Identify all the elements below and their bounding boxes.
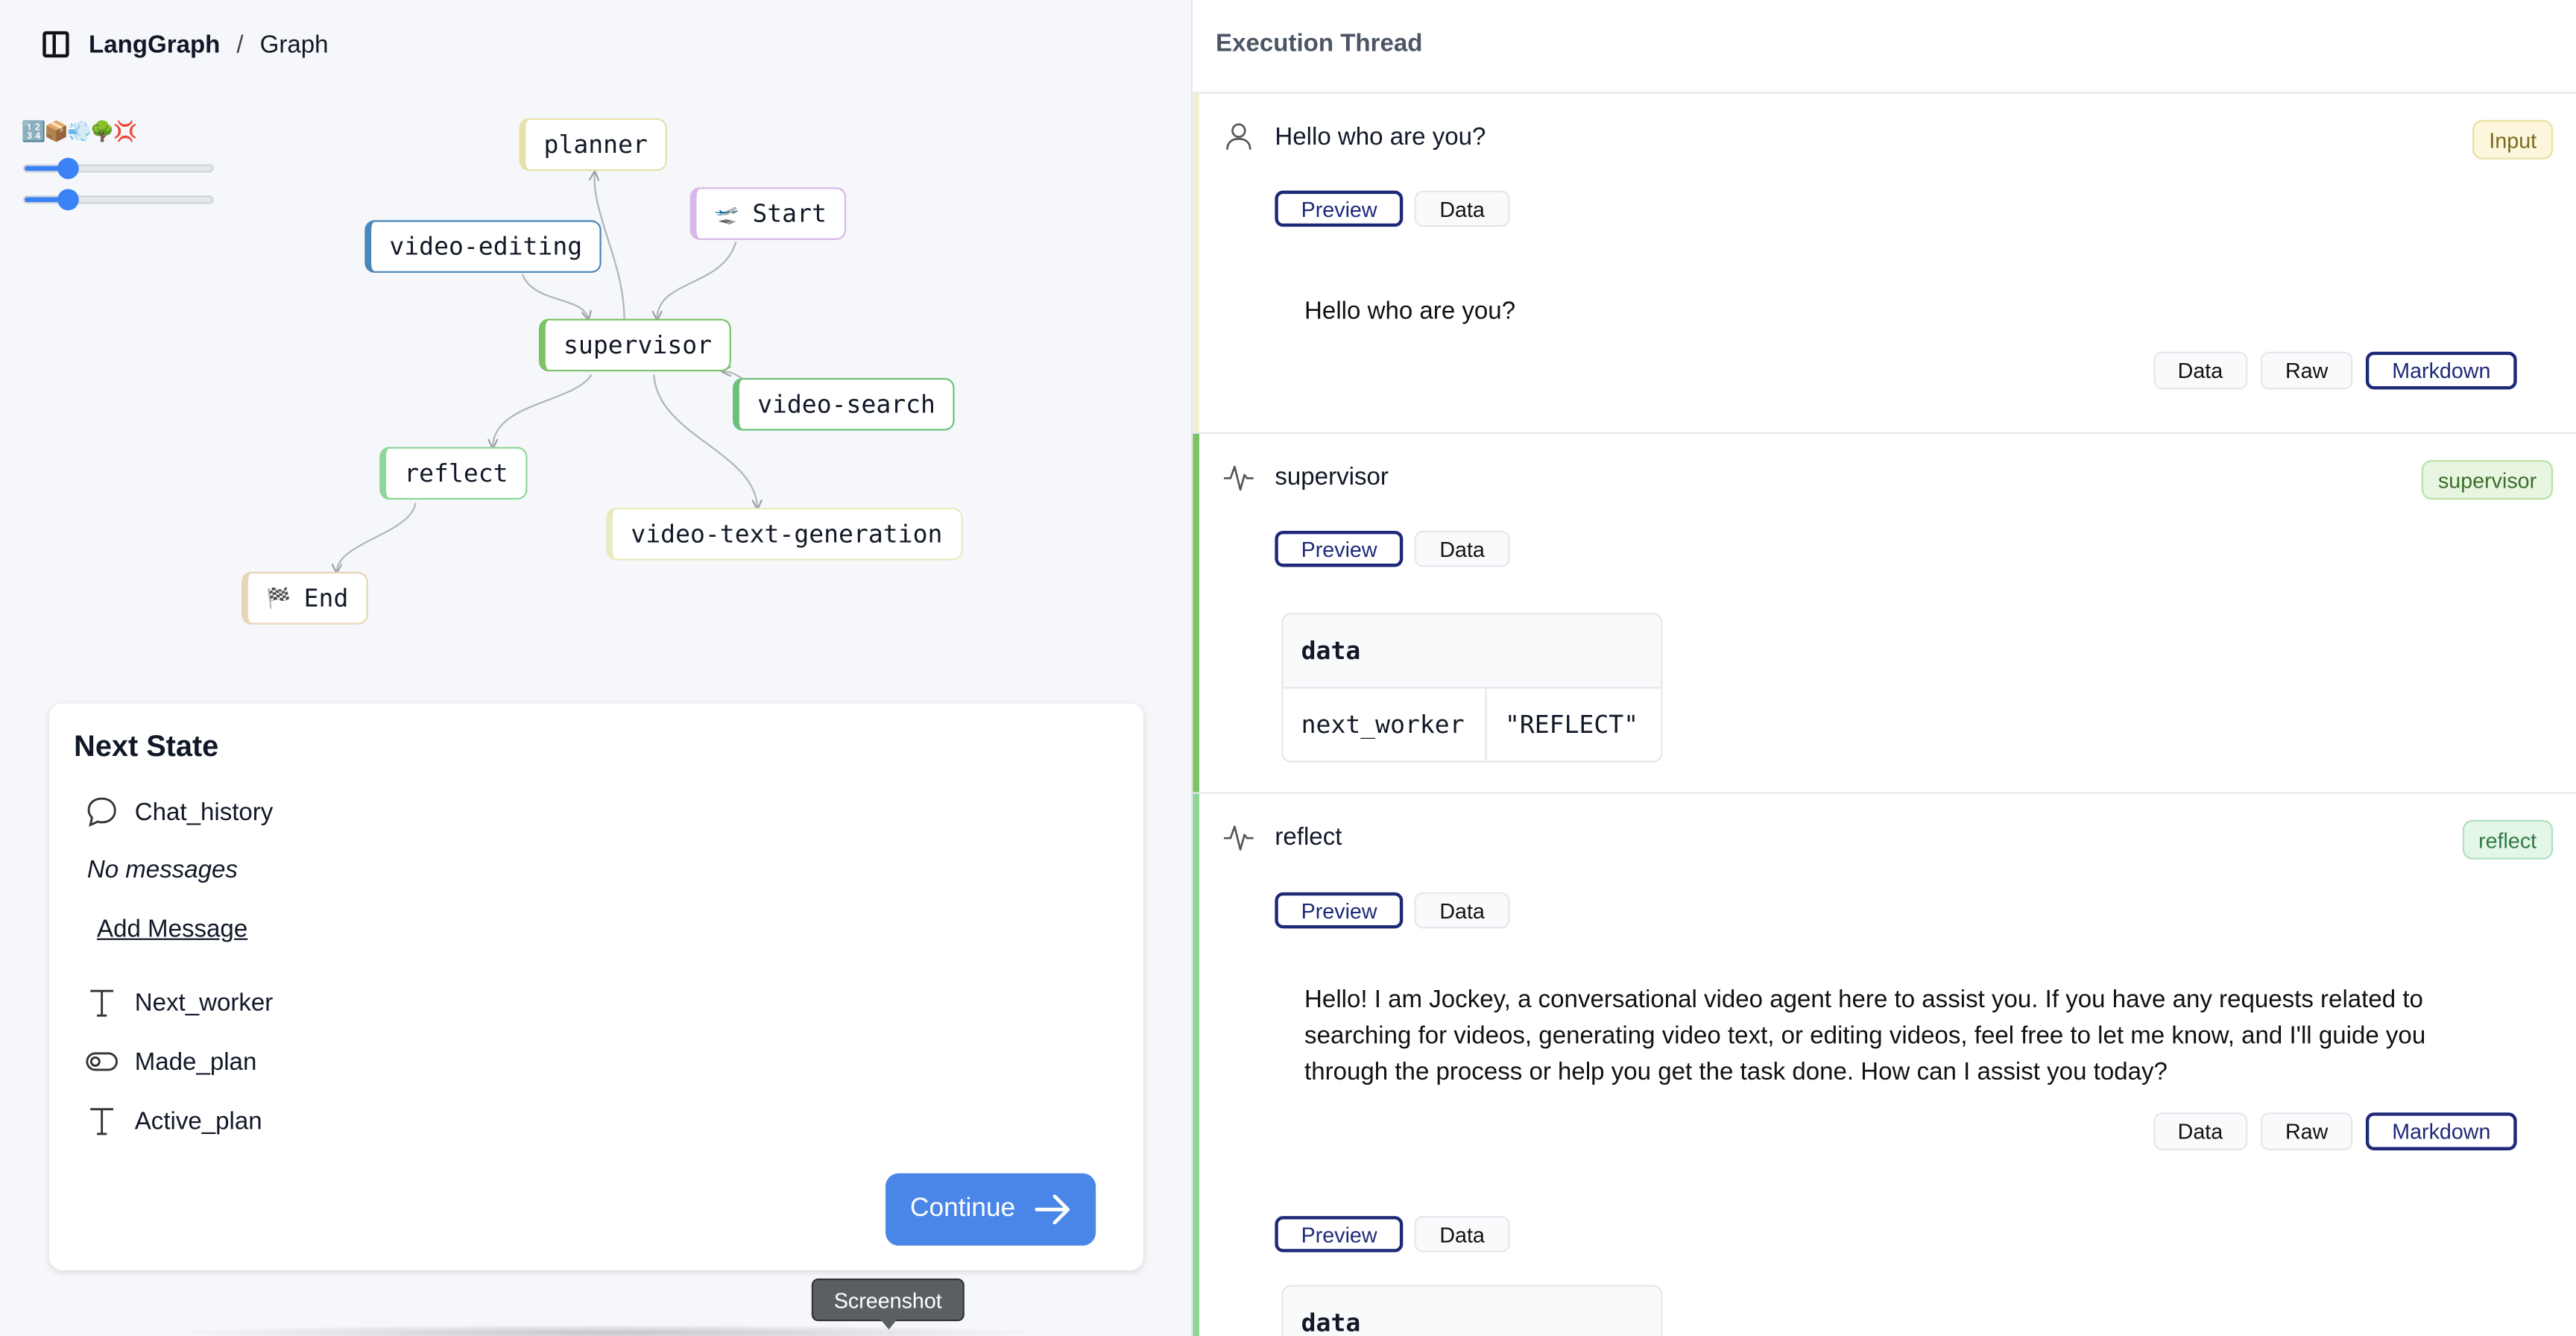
view-raw-button[interactable]: Raw [2260, 351, 2353, 390]
thread-entry-input: Hello who are you? Input Preview Data He… [1193, 93, 2576, 434]
field-label: Active_plan [134, 1106, 262, 1135]
tab-data[interactable]: Data [1415, 892, 1509, 929]
activity-icon [1224, 825, 1254, 851]
airplane-icon: 🛫 [714, 202, 739, 225]
entry-tabs-secondary: Preview Data [1275, 1216, 1509, 1252]
text-type-icon [90, 989, 114, 1017]
text-type-icon [90, 1108, 114, 1135]
view-markdown-button[interactable]: Markdown [2365, 1112, 2517, 1150]
message-content: Hello who are you? [1304, 297, 1516, 326]
view-data-button[interactable]: Data [2153, 1112, 2248, 1150]
graph-node-video-text-generation[interactable]: video-text-generation [606, 508, 962, 561]
graph-node-video-editing[interactable]: video-editing [364, 220, 602, 273]
entry-color-bar [1193, 433, 1199, 793]
tab-data[interactable]: Data [1415, 530, 1509, 567]
view-markdown-button[interactable]: Markdown [2365, 351, 2517, 390]
activity-icon [1224, 465, 1254, 491]
entry-title: reflect [1275, 822, 1342, 851]
data-table: data [1281, 1285, 1663, 1336]
bottom-shadow [164, 1324, 1052, 1336]
node-label: video-editing [389, 231, 583, 262]
entry-title: Hello who are you? [1275, 122, 1486, 151]
data-table: data next_worker "REFLECT" [1281, 613, 1663, 763]
tab-preview[interactable]: Preview [1275, 892, 1404, 929]
screenshot-tooltip: Screenshot [811, 1278, 965, 1330]
field-made-plan: Made_plan [86, 1045, 257, 1078]
entry-tabs: Preview Data [1275, 190, 1509, 227]
status-badge: supervisor [2421, 460, 2554, 500]
node-label: reflect [404, 458, 508, 488]
graph-node-end[interactable]: 🏁 End [242, 572, 368, 625]
tab-preview[interactable]: Preview [1275, 1216, 1404, 1252]
entry-color-bar [1193, 793, 1199, 1336]
thread-entry-reflect: reflect reflect Preview Data Hello! I am… [1193, 793, 2576, 1336]
arrow-right-icon [1035, 1194, 1070, 1225]
tab-data[interactable]: Data [1415, 190, 1509, 227]
view-mode-toggle: Data Raw Markdown [2153, 1112, 2517, 1150]
table-header: data [1283, 614, 1661, 689]
graph-node-planner[interactable]: planner [519, 118, 668, 171]
execution-thread-title: Execution Thread [1216, 29, 1423, 58]
edge-reflect-end [337, 502, 417, 572]
add-message-link[interactable]: Add Message [97, 916, 247, 943]
view-raw-button[interactable]: Raw [2260, 1112, 2353, 1150]
node-label: planner [543, 130, 648, 160]
edge-supervisor-reflect [493, 374, 593, 447]
entry-header: Hello who are you? [1222, 120, 1486, 153]
field-label: Chat_history [134, 798, 274, 826]
toggle-icon[interactable] [86, 1045, 119, 1078]
graph-node-reflect[interactable]: reflect [379, 447, 528, 500]
field-chat-history: Chat_history [86, 795, 274, 828]
graph-node-supervisor[interactable]: supervisor [538, 318, 732, 372]
continue-button[interactable]: Continue [886, 1173, 1096, 1246]
entry-color-bar [1193, 93, 1199, 432]
chat-bubble-icon [87, 797, 116, 827]
graph-node-video-search[interactable]: video-search [733, 377, 956, 431]
node-label: supervisor [564, 330, 713, 360]
entry-tabs: Preview Data [1275, 892, 1509, 929]
user-icon [1226, 123, 1251, 150]
continue-label: Continue [910, 1194, 1016, 1223]
view-data-button[interactable]: Data [2153, 351, 2248, 390]
table-value-cell: "REFLECT" [1504, 710, 1639, 740]
tab-preview[interactable]: Preview [1275, 530, 1404, 567]
entry-header: reflect [1222, 820, 1342, 853]
table-header: data [1283, 1286, 1661, 1336]
field-active-plan: Active_plan [86, 1104, 262, 1137]
view-mode-toggle: Data Raw Markdown [2153, 351, 2517, 390]
status-badge: Input [2472, 119, 2554, 160]
entry-header: supervisor [1222, 460, 1389, 493]
execution-thread-panel: Execution Thread Hello who are you? Inpu… [1193, 0, 2576, 1336]
node-label: video-text-generation [631, 519, 943, 549]
field-next-worker: Next_worker [86, 986, 274, 1019]
field-label: Made_plan [134, 1047, 257, 1076]
next-state-title: Next State [74, 729, 219, 763]
next-state-card: Next State Chat_history No messages Add … [49, 703, 1144, 1270]
table-row: next_worker "REFLECT" [1283, 688, 1661, 761]
tab-data[interactable]: Data [1415, 1216, 1509, 1252]
entry-title: supervisor [1275, 462, 1389, 491]
node-label: End [303, 583, 349, 614]
no-messages-text: No messages [86, 856, 238, 884]
status-badge: reflect [2462, 819, 2554, 860]
entry-tabs: Preview Data [1275, 530, 1509, 567]
edge-video-editing-supervisor [521, 274, 588, 319]
checkered-flag-icon: 🏁 [266, 586, 291, 610]
table-key-cell: next_worker [1283, 688, 1487, 761]
edge-start-supervisor [657, 241, 737, 319]
tab-preview[interactable]: Preview [1275, 190, 1404, 227]
node-label: video-search [757, 389, 935, 420]
graph-panel: LangGraph / Graph 🔢📦💨🌳💢 planner 🛫 Start … [0, 0, 1191, 1336]
message-content: Hello! I am Jockey, a conversational vid… [1304, 986, 2426, 1086]
node-label: Start [752, 198, 827, 229]
thread-entry-supervisor: supervisor supervisor Preview Data data … [1193, 433, 2576, 794]
graph-node-start[interactable]: 🛫 Start [689, 187, 847, 240]
field-label: Next_worker [134, 988, 274, 1017]
